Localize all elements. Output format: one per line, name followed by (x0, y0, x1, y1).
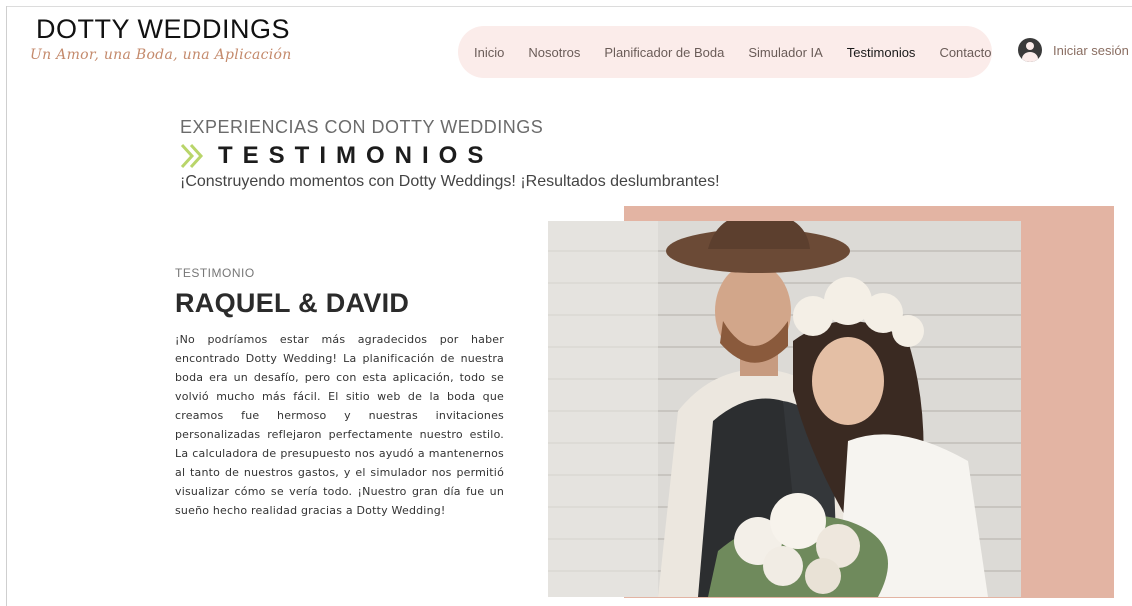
section-eyebrow: EXPERIENCIAS CON DOTTY WEDDINGS (180, 117, 544, 137)
brand-tagline: Un Amor, una Boda, una Aplicación (30, 47, 292, 63)
nav-item-simulador[interactable]: Simulador IA (748, 45, 822, 60)
brand-logo[interactable]: DOTTY WEDDINGS Un Amor, una Boda, una Ap… (30, 14, 292, 63)
section-subheading: ¡Construyendo momentos con Dotty Wedding… (180, 173, 720, 190)
couple-photo (548, 221, 1021, 597)
brand-title: DOTTY WEDDINGS (36, 14, 291, 44)
section-heading-row: TESTIMONIOS (180, 142, 493, 170)
section-heading: TESTIMONIOS (218, 142, 494, 169)
login-label: Iniciar sesión (1053, 42, 1129, 58)
nav-item-inicio[interactable]: Inicio (474, 45, 504, 60)
nav-item-nosotros[interactable]: Nosotros (528, 45, 580, 60)
testimonial-text: ¡No podríamos estar más agradecidos por … (175, 333, 504, 517)
page-border-left (6, 6, 7, 606)
nav-item-planificador[interactable]: Planificador de Boda (604, 45, 724, 60)
main-nav: Inicio Nosotros Planificador de Boda Sim… (458, 26, 992, 78)
nav-item-testimonios[interactable]: Testimonios (847, 45, 916, 60)
user-avatar-icon (1018, 38, 1042, 62)
login-button[interactable]: Iniciar sesión (1018, 38, 1129, 62)
testimonial-label: TESTIMONIO (175, 266, 255, 280)
double-chevron-right-icon (180, 143, 204, 169)
page-border-top (6, 6, 1132, 7)
nav-item-contacto[interactable]: Contacto (939, 45, 991, 60)
testimonial-couple-name: RAQUEL & DAVID (175, 288, 410, 318)
